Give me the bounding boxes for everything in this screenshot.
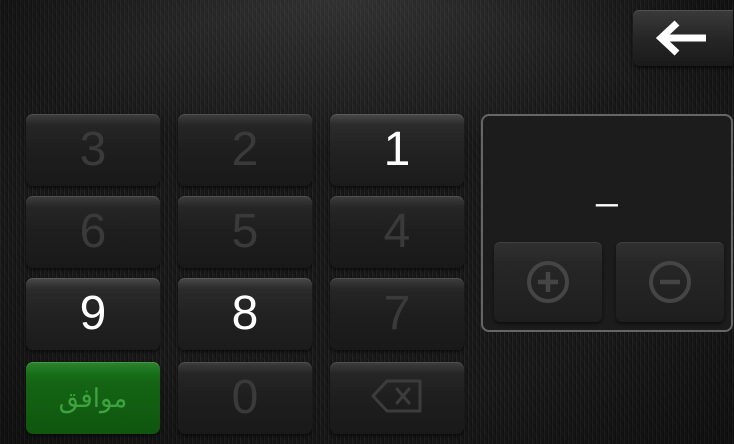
- key-8[interactable]: 8: [178, 278, 312, 350]
- key-9[interactable]: 9: [26, 278, 160, 350]
- ok-label: موافق: [58, 383, 128, 413]
- numeric-keypad-screen: 3 2 1 6 5 4 9 8 7 موافق 0 _: [0, 0, 734, 444]
- key-7: 7: [330, 278, 464, 350]
- key-label: 8: [231, 287, 259, 340]
- key-5: 5: [178, 196, 312, 268]
- key-label: 7: [383, 287, 411, 340]
- minus-circle-icon: [648, 260, 692, 304]
- key-label: 4: [383, 205, 411, 258]
- entered-value: _: [596, 166, 618, 208]
- back-button[interactable]: [633, 10, 733, 66]
- plus-circle-icon: [526, 260, 570, 304]
- ok-button[interactable]: موافق: [26, 362, 160, 434]
- minus-button: [616, 242, 724, 322]
- key-label: 3: [79, 123, 107, 176]
- key-label: 6: [79, 205, 107, 258]
- backspace-icon: [371, 379, 423, 418]
- key-2: 2: [178, 114, 312, 186]
- plus-button: [494, 242, 602, 322]
- value-display-panel: _: [481, 114, 733, 332]
- arrow-left-icon: [656, 20, 710, 56]
- key-4: 4: [330, 196, 464, 268]
- key-1[interactable]: 1: [330, 114, 464, 186]
- key-label: 0: [231, 371, 259, 424]
- key-label: 1: [383, 123, 411, 176]
- key-label: 2: [231, 123, 259, 176]
- key-0: 0: [178, 362, 312, 434]
- key-6: 6: [26, 196, 160, 268]
- key-label: 5: [231, 205, 259, 258]
- key-label: 9: [79, 287, 107, 340]
- key-3: 3: [26, 114, 160, 186]
- backspace-button: [330, 362, 464, 434]
